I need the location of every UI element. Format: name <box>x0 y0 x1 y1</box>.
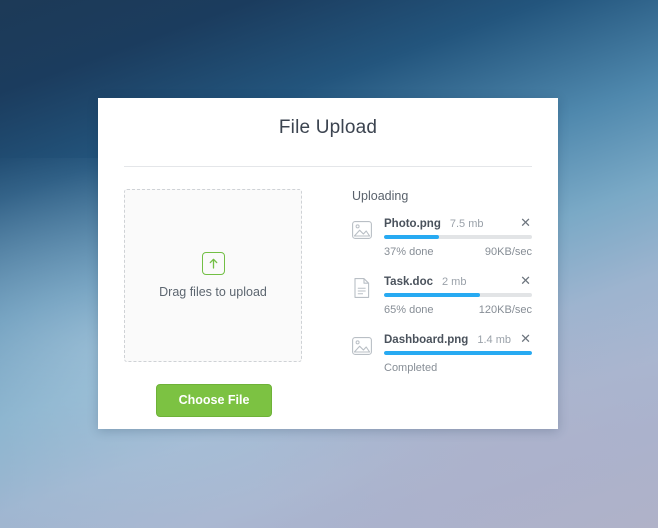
file-name: Photo.png <box>384 218 441 230</box>
file-dropzone[interactable]: Drag files to upload <box>124 189 302 362</box>
close-icon[interactable]: ✕ <box>519 275 532 288</box>
document-file-icon <box>352 277 374 302</box>
progress-fill <box>384 351 532 355</box>
image-file-icon <box>352 335 374 360</box>
file-name: Dashboard.png <box>384 334 469 346</box>
upload-status: 37% done <box>384 246 434 258</box>
file-size: 2 mb <box>442 276 467 288</box>
file-details: Dashboard.png 1.4 mb ✕ Completed <box>374 333 532 374</box>
image-file-icon <box>352 219 374 244</box>
file-size: 1.4 mb <box>477 334 511 346</box>
upload-status: 65% done <box>384 304 434 316</box>
file-upload-card: File Upload Drag files to upload Choose … <box>98 98 558 429</box>
upload-status: Completed <box>384 362 438 374</box>
table-row: Photo.png 7.5 mb ✕ 37% done 90KB/sec <box>352 217 532 258</box>
file-meta: Completed <box>384 362 532 374</box>
upload-speed: 120KB/sec <box>478 304 532 316</box>
file-header: Task.doc 2 mb ✕ <box>384 275 532 288</box>
uploading-heading: Uploading <box>352 189 409 203</box>
choose-file-button[interactable]: Choose File <box>155 384 273 417</box>
progress-fill <box>384 235 439 239</box>
file-meta: 37% done 90KB/sec <box>384 246 532 258</box>
card-body: Drag files to upload Choose File Uploadi… <box>98 167 558 417</box>
close-icon[interactable]: ✕ <box>519 217 532 230</box>
page-title: File Upload <box>278 117 378 138</box>
file-size: 7.5 mb <box>449 218 484 230</box>
dropzone-label: Drag files to upload <box>159 285 267 299</box>
progress-bar <box>384 293 532 297</box>
upload-arrow-icon <box>201 252 225 275</box>
file-name: Task.doc <box>384 276 433 288</box>
table-row: Dashboard.png 1.4 mb ✕ Completed <box>352 333 532 374</box>
close-icon[interactable]: ✕ <box>519 333 532 346</box>
progress-bar <box>384 351 532 355</box>
file-header: Dashboard.png 1.4 mb ✕ <box>384 333 532 346</box>
file-header: Photo.png 7.5 mb ✕ <box>384 217 532 230</box>
dropzone-column: Drag files to upload Choose File <box>124 189 304 417</box>
progress-fill <box>384 293 481 297</box>
choose-file-row: Choose File <box>124 384 304 417</box>
file-details: Photo.png 7.5 mb ✕ 37% done 90KB/sec <box>374 217 532 258</box>
upload-list-column: Uploading Photo.png 7.5 mb ✕ 37% done 90… <box>304 189 532 417</box>
upload-speed: 90KB/sec <box>484 246 532 258</box>
table-row: Task.doc 2 mb ✕ 65% done 120KB/sec <box>352 275 532 316</box>
progress-bar <box>384 235 532 239</box>
file-details: Task.doc 2 mb ✕ 65% done 120KB/sec <box>374 275 532 316</box>
file-meta: 65% done 120KB/sec <box>384 304 532 316</box>
